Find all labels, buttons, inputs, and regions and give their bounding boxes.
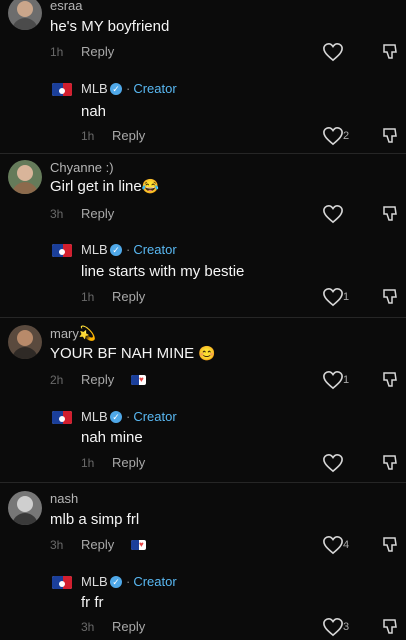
avatar-nash[interactable] <box>8 491 42 525</box>
dislike-icon[interactable] <box>382 205 398 223</box>
comment-time: 3h <box>50 207 64 221</box>
comment-text-value: Girl get in line <box>50 178 142 195</box>
dislike-icon[interactable] <box>382 536 398 554</box>
laughing-emoji: 😂 <box>141 178 160 194</box>
dislike-icon[interactable] <box>382 454 398 472</box>
reply-button[interactable]: Reply <box>112 128 145 143</box>
comment-time: 3h <box>50 538 64 552</box>
divider <box>0 317 406 318</box>
smiling-emoji: 😊 <box>198 345 216 361</box>
comment-text-value: YOUR BF NAH MINE <box>50 345 195 362</box>
reply-username[interactable]: MLB <box>81 242 108 257</box>
comment-username[interactable]: nash <box>50 491 78 506</box>
comment-text: mlb a simp frl <box>50 511 140 528</box>
heart-icon[interactable] <box>322 204 344 224</box>
reply-text: line starts with my bestie <box>81 263 245 280</box>
reply-username[interactable]: MLB <box>81 81 108 96</box>
reply-button[interactable]: Reply <box>81 44 114 59</box>
divider <box>0 482 406 483</box>
divider <box>0 153 406 154</box>
dislike-icon[interactable] <box>382 43 398 61</box>
heart-icon[interactable] <box>322 617 344 637</box>
creator-badge: · Creator <box>126 242 177 257</box>
avatar-mary[interactable] <box>8 325 42 359</box>
creator-label: Creator <box>133 242 177 257</box>
reply-button[interactable]: Reply <box>112 289 145 304</box>
mlb-logo[interactable] <box>52 83 72 96</box>
separator-dot: · <box>126 409 131 424</box>
creator-label: Creator <box>133 409 177 424</box>
mlb-logo[interactable] <box>52 244 72 257</box>
heart-icon[interactable] <box>322 287 344 307</box>
dislike-icon[interactable] <box>382 618 398 636</box>
comment-text: he's MY boyfriend <box>50 18 170 35</box>
reply-username[interactable]: MLB <box>81 409 108 424</box>
creator-badge: · Creator <box>126 574 177 589</box>
creator-label: Creator <box>133 81 177 96</box>
heart-icon[interactable] <box>322 126 344 146</box>
reply-text: fr fr <box>81 594 104 611</box>
reply-button[interactable]: Reply <box>81 372 114 387</box>
dislike-icon[interactable] <box>382 288 398 306</box>
avatar-esraa[interactable] <box>8 0 42 30</box>
reply-time: 1h <box>81 129 95 143</box>
like-count: 4 <box>343 539 350 551</box>
heart-icon[interactable] <box>322 453 344 473</box>
dislike-icon[interactable] <box>382 371 398 389</box>
verified-icon: ✓ <box>110 411 122 423</box>
creator-badge: · Creator <box>126 81 177 96</box>
creator-liked-badge: ♥ <box>131 375 146 385</box>
like-count: 2 <box>343 130 350 142</box>
comment-time: 1h <box>50 45 64 59</box>
creator-label: Creator <box>133 574 177 589</box>
reply-time: 1h <box>81 290 95 304</box>
creator-badge: · Creator <box>126 409 177 424</box>
dizzy-emoji: 💫 <box>78 325 97 341</box>
verified-icon: ✓ <box>110 244 122 256</box>
separator-dot: · <box>126 242 131 257</box>
comment-text: Girl get in line😂 <box>50 178 159 195</box>
like-count: 3 <box>343 621 350 633</box>
comment-username[interactable]: mary💫 <box>50 325 96 342</box>
reply-time: 3h <box>81 620 95 634</box>
mlb-logo[interactable] <box>52 411 72 424</box>
mlb-logo[interactable] <box>52 576 72 589</box>
username-value[interactable]: mary <box>50 326 79 341</box>
comment-username[interactable]: esraa <box>50 0 83 13</box>
separator-dot: · <box>126 81 131 96</box>
comment-time: 2h <box>50 373 64 387</box>
heart-icon[interactable] <box>322 535 344 555</box>
avatar-chyanne[interactable] <box>8 160 42 194</box>
reply-button[interactable]: Reply <box>81 537 114 552</box>
reply-button[interactable]: Reply <box>81 206 114 221</box>
heart-icon[interactable] <box>322 42 344 62</box>
heart-icon[interactable] <box>322 370 344 390</box>
like-count: 1 <box>343 374 350 386</box>
verified-icon: ✓ <box>110 576 122 588</box>
reply-button[interactable]: Reply <box>112 455 145 470</box>
like-count: 1 <box>343 291 350 303</box>
comment-username[interactable]: Chyanne :) <box>50 160 114 175</box>
reply-button[interactable]: Reply <box>112 619 145 634</box>
dislike-icon[interactable] <box>382 127 398 145</box>
reply-username[interactable]: MLB <box>81 574 108 589</box>
creator-liked-badge: ♥ <box>131 540 146 550</box>
comment-text: YOUR BF NAH MINE 😊 <box>50 345 216 362</box>
reply-time: 1h <box>81 456 95 470</box>
reply-text: nah <box>81 103 107 120</box>
separator-dot: · <box>126 574 131 589</box>
verified-icon: ✓ <box>110 83 122 95</box>
reply-text: nah mine <box>81 429 143 446</box>
